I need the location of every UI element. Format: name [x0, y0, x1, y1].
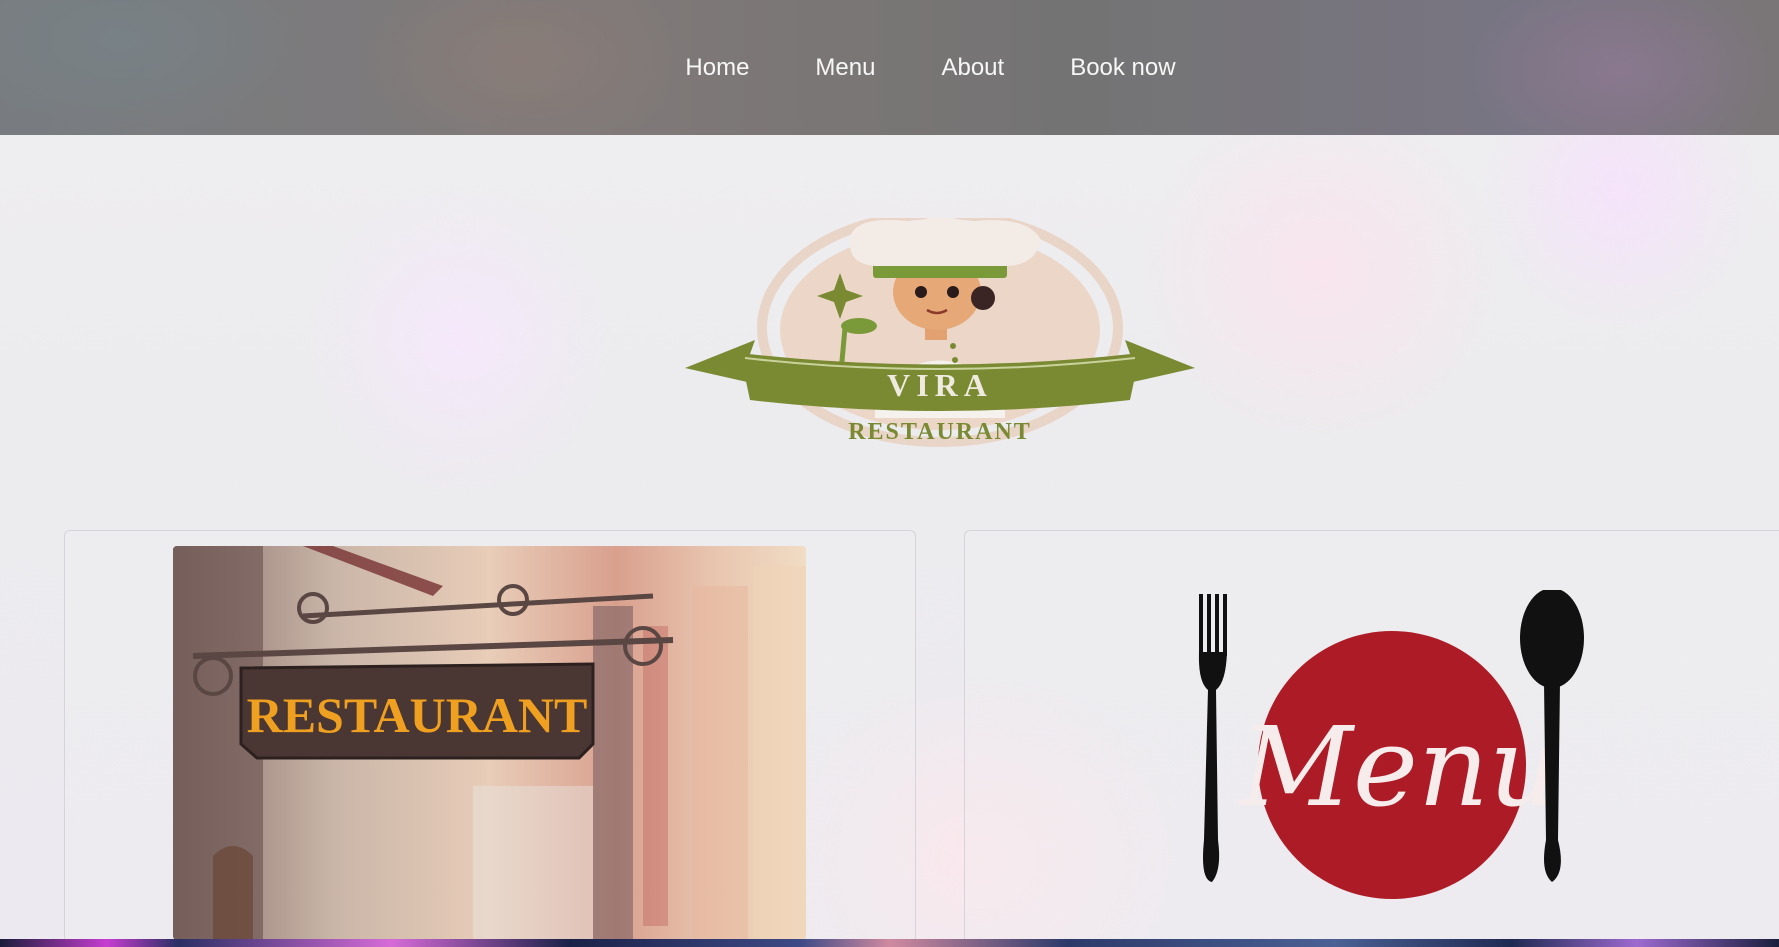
- chef-mascot-icon: VIRA RESTAURANT: [685, 209, 1195, 447]
- nav-list: Home Menu About Book now: [0, 0, 1779, 135]
- nav-about-link[interactable]: About: [941, 54, 1004, 82]
- taskbar-strip: [0, 939, 1779, 947]
- menu-plate-icon[interactable]: Menu: [1190, 588, 1590, 920]
- nav-home-link[interactable]: Home: [685, 54, 749, 82]
- menu-plate-text: Menu: [1238, 703, 1559, 831]
- nav-book-now-link[interactable]: Book now: [1070, 54, 1175, 82]
- logo-subtitle-text: RESTAURANT: [848, 419, 1032, 445]
- restaurant-sign-photo[interactable]: RESTAURANT: [173, 546, 806, 940]
- nav-menu-link[interactable]: Menu: [815, 54, 875, 82]
- sign-text: RESTAURANT: [247, 687, 588, 743]
- top-navbar: Home Menu About Book now: [0, 0, 1779, 135]
- restaurant-sign-image: RESTAURANT: [173, 546, 806, 940]
- restaurant-logo[interactable]: VIRA RESTAURANT: [685, 209, 1195, 450]
- logo-name-text: VIRA: [887, 367, 993, 403]
- menu-plate-graphic: Menu: [1198, 588, 1584, 899]
